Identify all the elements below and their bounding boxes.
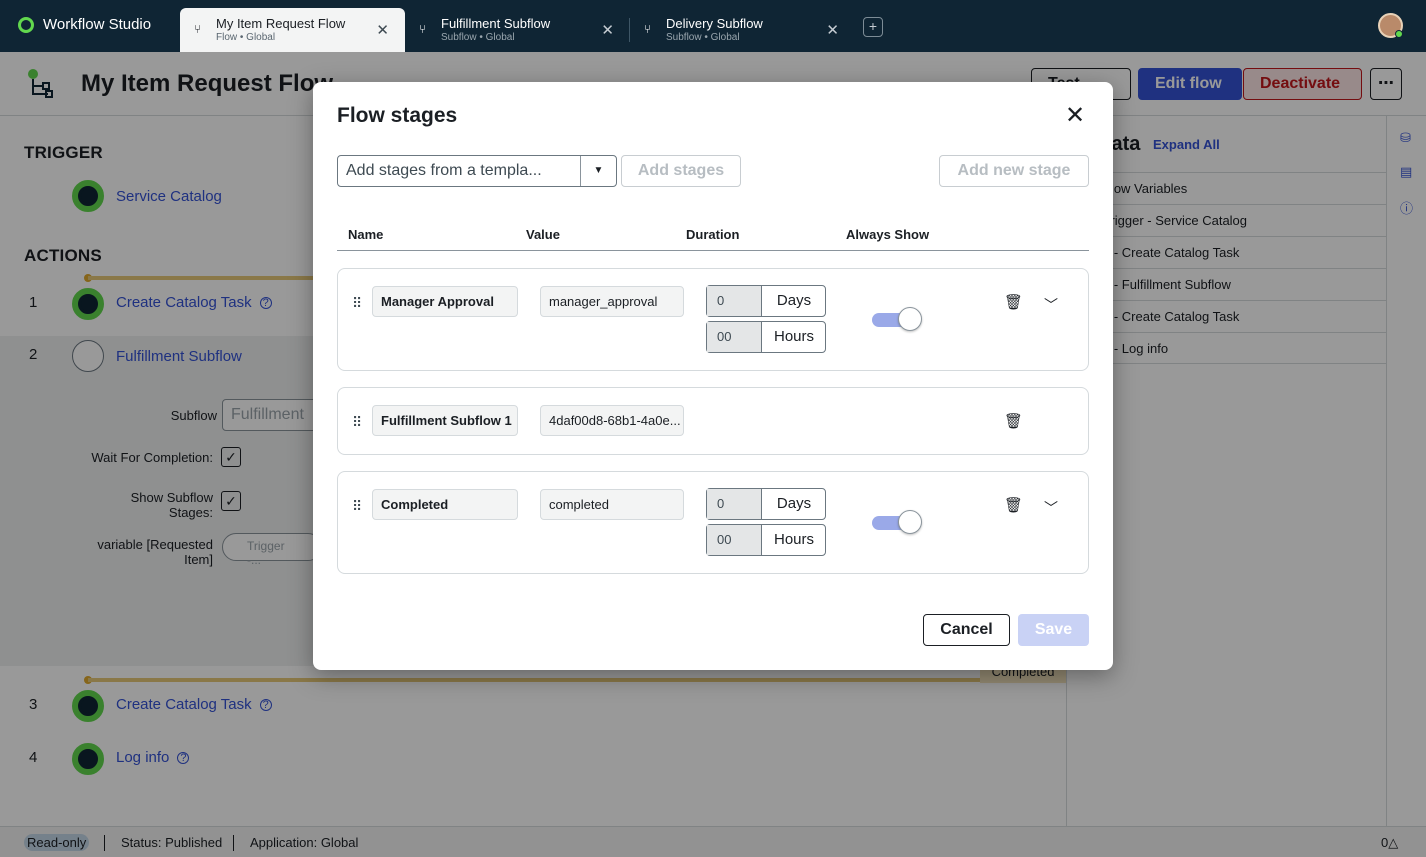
template-select-value: Add stages from a templa... [346,162,542,179]
add-new-stage-label: Add new stage [957,162,1071,179]
column-header-value: Value [526,227,560,242]
add-new-stage-button[interactable]: Add new stage [939,155,1089,187]
trash-icon[interactable]: 🗑 [1004,412,1023,430]
toggle-knob [898,307,922,331]
column-header-duration: Duration [686,227,740,242]
column-header-always-show: Always Show [846,227,930,242]
save-label: Save [1034,621,1073,638]
close-icon[interactable]: ✕ [1065,104,1085,128]
stage-row: ⠿ Completed completed 0 Days 00 Hours 🗑 … [337,471,1089,574]
add-tab-button[interactable]: + [863,17,883,37]
chevron-down-icon[interactable]: ﹀ [1044,295,1058,315]
flow-stages-dialog: Flow stages ✕ Add stages from a templa..… [313,82,1113,670]
column-header-name: Name [348,227,384,242]
days-input[interactable]: 0 Days [706,285,826,317]
days-value[interactable]: 0 [707,489,762,519]
app-name: Workflow Studio [43,16,152,33]
subflow-icon: ⑂ [419,22,427,36]
subflow-icon: ⑂ [644,22,652,36]
avatar[interactable] [1378,13,1403,38]
tab-fulfillment-subflow[interactable]: ⑂ Fulfillment Subflow Subflow • Global ✕ [405,8,630,52]
close-icon[interactable]: ✕ [376,21,389,39]
drag-handle-icon[interactable]: ⠿ [352,414,362,431]
hours-input[interactable]: 00 Hours [706,321,826,353]
close-icon[interactable]: ✕ [826,21,839,39]
days-input[interactable]: 0 Days [706,488,826,520]
toggle-knob [898,510,922,534]
cancel-label: Cancel [940,621,993,638]
stage-row: ⠿ Manager Approval manager_approval 0 Da… [337,268,1089,371]
caret-down-icon[interactable]: ▼ [580,156,616,186]
days-unit-label: Days [776,495,812,512]
add-stages-button[interactable]: Add stages [621,155,741,187]
stage-value-field[interactable]: manager_approval [540,286,684,317]
drag-handle-icon[interactable]: ⠿ [352,295,362,312]
header-divider [337,250,1089,251]
online-status-icon [1395,30,1403,38]
always-show-toggle[interactable] [872,510,922,534]
stage-value-field[interactable]: 4daf00d8-68b1-4a0e... [540,405,684,436]
hours-value[interactable]: 00 [707,322,762,352]
hours-input[interactable]: 00 Hours [706,524,826,556]
tab-my-item-request-flow[interactable]: ⑂ My Item Request Flow Flow • Global ✕ [180,8,405,52]
dialog-title: Flow stages [337,104,458,127]
chevron-down-icon[interactable]: ﹀ [1044,498,1058,518]
add-stages-label: Add stages [637,162,725,179]
stage-row: ⠿ Fulfillment Subflow 1 4daf00d8-68b1-4a… [337,387,1089,455]
hours-unit-label: Hours [773,531,814,548]
template-select[interactable]: Add stages from a templa... ▼ [337,155,617,187]
stage-name-field[interactable]: Fulfillment Subflow 1 [372,405,518,436]
stage-name-field[interactable]: Manager Approval [372,286,518,317]
stage-name-field[interactable]: Completed [372,489,518,520]
close-icon[interactable]: ✕ [601,21,614,39]
app-logo-icon [18,16,34,33]
top-tab-bar: Workflow Studio ⑂ My Item Request Flow F… [0,0,1426,52]
app-brand[interactable]: Workflow Studio [18,16,151,33]
save-button[interactable]: Save [1018,614,1089,646]
hours-unit-label: Hours [773,328,814,345]
always-show-toggle[interactable] [872,307,922,331]
drag-handle-icon[interactable]: ⠿ [352,498,362,515]
stage-value-field[interactable]: completed [540,489,684,520]
cancel-button[interactable]: Cancel [923,614,1010,646]
flow-icon: ⑂ [194,22,202,36]
hours-value[interactable]: 00 [707,525,762,555]
trash-icon[interactable]: 🗑 [1004,293,1023,311]
days-value[interactable]: 0 [707,286,762,316]
days-unit-label: Days [776,292,812,309]
tab-delivery-subflow[interactable]: ⑂ Delivery Subflow Subflow • Global ✕ [630,8,855,52]
trash-icon[interactable]: 🗑 [1004,496,1023,514]
